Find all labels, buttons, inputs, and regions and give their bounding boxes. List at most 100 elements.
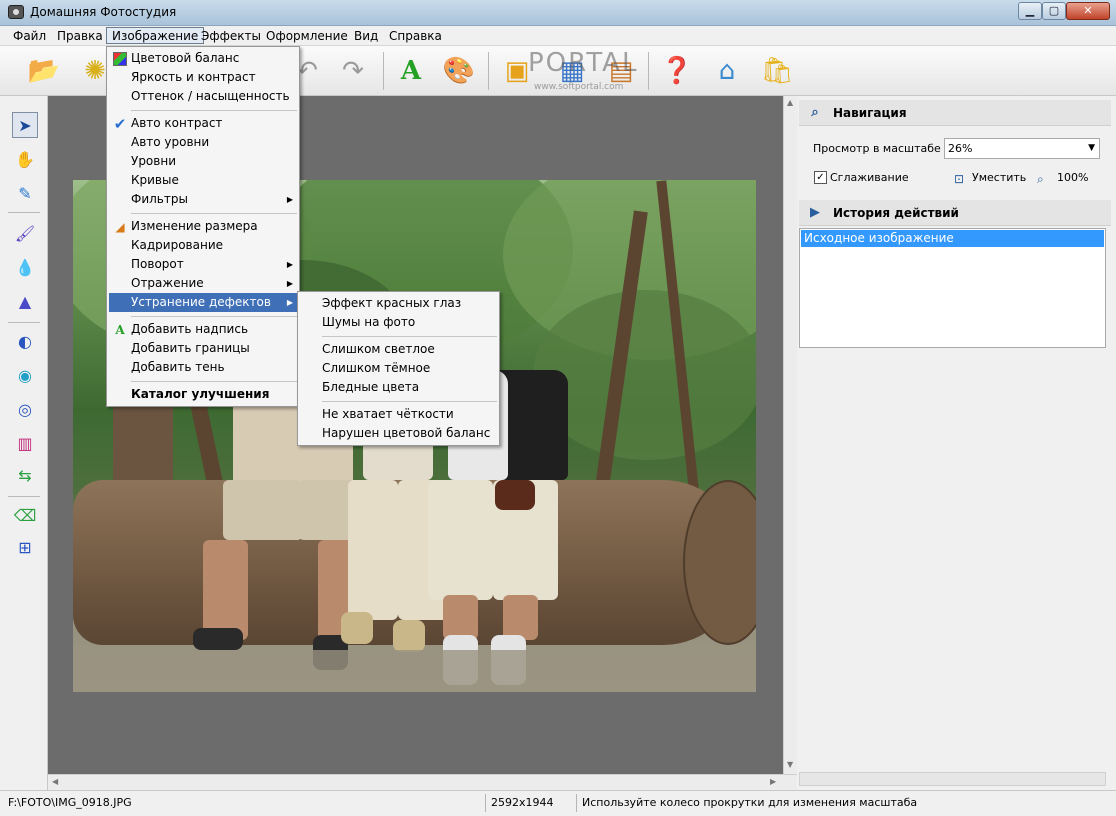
palette-icon[interactable]: 🎨 <box>442 54 476 88</box>
menu-item-too-dark[interactable]: Слишком тёмное <box>300 359 497 378</box>
help-icon[interactable]: ❓ <box>660 54 694 88</box>
swap-color-icon[interactable]: ⇆ <box>12 462 38 488</box>
red-eye-tool-icon[interactable]: ◉ <box>12 362 38 388</box>
menu-item-color-balance[interactable]: Цветовой баланс <box>109 49 297 68</box>
sharpen-tool-icon[interactable]: ▲ <box>12 288 38 314</box>
menu-separator <box>131 110 297 111</box>
menu-item-flip[interactable]: Отражение ▶ <box>109 274 297 293</box>
menu-item-sharpness[interactable]: Не хватает чёткости <box>300 405 497 424</box>
zoom-value: 26% <box>948 142 973 155</box>
open-folder-icon[interactable]: 📂 <box>27 54 61 88</box>
menu-item-color-balance-fix[interactable]: Нарушен цветовой баланс <box>300 424 497 443</box>
status-bar: F:\FOTO\IMG_0918.JPG 2592x1944 Используй… <box>0 790 1116 816</box>
submenu-arrow-icon: ▶ <box>286 195 293 204</box>
history-header: ▶ История действий <box>799 200 1111 226</box>
menu-item-curves[interactable]: Кривые <box>109 171 297 190</box>
color-tool-icon[interactable]: ▥ <box>12 430 38 456</box>
menu-item-label: Оттенок / насыщенность <box>131 89 290 103</box>
menu-separator <box>322 401 497 402</box>
menu-help[interactable]: Справка <box>384 28 447 45</box>
eye-tool-icon[interactable]: ◎ <box>12 396 38 422</box>
status-path: F:\FOTO\IMG_0918.JPG <box>8 796 132 809</box>
menu-item-label: Слишком тёмное <box>322 361 431 375</box>
right-panel: ⌕ Навигация Просмотр в масштабе 26% ▼ ✓ … <box>797 96 1116 790</box>
crop-tool-icon[interactable]: ⊞ <box>12 534 38 560</box>
zoom-icon: ⌕ <box>1037 172 1044 186</box>
menu-item-red-eye[interactable]: Эффект красных глаз <box>300 294 497 313</box>
pointer-tool-icon[interactable]: ➤ <box>12 112 38 138</box>
brush-tool-icon[interactable]: 🖌 <box>12 220 38 246</box>
defects-submenu: Эффект красных глаз Шумы на фото Слишком… <box>297 291 500 446</box>
scroll-up-icon[interactable]: ▲ <box>787 98 793 107</box>
close-button[interactable]: ✕ <box>1066 2 1110 20</box>
maximize-button[interactable]: ▢ <box>1042 2 1066 20</box>
scroll-down-icon[interactable]: ▼ <box>787 760 793 769</box>
menu-design[interactable]: Оформление <box>261 28 353 45</box>
title-bar: Домашняя Фотостудия ▁ ▢ ✕ <box>0 0 1116 26</box>
menu-item-label: Каталог улучшения <box>131 387 270 401</box>
drop-tool-icon[interactable]: 💧 <box>12 254 38 280</box>
smoothing-checkbox[interactable]: ✓ <box>814 171 827 184</box>
scroll-right-icon[interactable]: ▶ <box>770 777 776 786</box>
eraser-tool-icon[interactable]: ⌫ <box>12 502 38 528</box>
menu-separator <box>131 213 297 214</box>
home-icon[interactable]: ⌂ <box>710 54 744 88</box>
menu-item-auto-contrast[interactable]: ✔ Авто контраст <box>109 114 297 133</box>
menu-item-label: Поворот <box>131 257 184 271</box>
zoom-select[interactable]: 26% ▼ <box>944 138 1100 159</box>
redo-icon[interactable]: ↷ <box>336 54 370 88</box>
navigation-title: Навигация <box>833 106 907 120</box>
menu-item-brightness-contrast[interactable]: Яркость и контраст <box>109 68 297 87</box>
fit-button[interactable]: ⊡ Уместить <box>954 169 1026 187</box>
text-icon: A <box>115 323 125 337</box>
menu-image[interactable]: Изображение <box>106 27 205 44</box>
panel-scrollbar[interactable] <box>799 772 1106 786</box>
menu-bar: Файл Правка Изображение Эффекты Оформлен… <box>0 26 1116 46</box>
menu-item-fix-defects[interactable]: Устранение дефектов ▶ <box>109 293 297 312</box>
menu-item-add-shadow[interactable]: Добавить тень <box>109 358 297 377</box>
menu-edit[interactable]: Правка <box>52 28 108 45</box>
magic-wand-icon[interactable]: ✎ <box>12 180 38 206</box>
menu-item-levels[interactable]: Уровни <box>109 152 297 171</box>
close-icon: ✕ <box>1083 4 1093 17</box>
menu-item-auto-levels[interactable]: Авто уровни <box>109 133 297 152</box>
status-hint: Используйте колесо прокрутки для изменен… <box>582 796 918 809</box>
menu-item-noise[interactable]: Шумы на фото <box>300 313 497 332</box>
text-tool-icon[interactable]: A <box>394 54 428 88</box>
scroll-left-icon[interactable]: ◀ <box>52 777 58 786</box>
horizontal-scrollbar[interactable]: ◀ ▶ <box>48 774 797 790</box>
hand-tool-icon[interactable]: ✋ <box>12 146 38 172</box>
watermark-url: www.softportal.com <box>534 82 624 92</box>
menu-effects[interactable]: Эффекты <box>196 28 266 45</box>
toolbar-separator <box>488 52 489 90</box>
menu-item-add-borders[interactable]: Добавить границы <box>109 339 297 358</box>
menu-item-enhance-catalog[interactable]: Каталог улучшения <box>109 385 297 404</box>
history-list: Исходное изображение <box>799 228 1106 348</box>
menu-item-pale-colors[interactable]: Бледные цвета <box>300 378 497 397</box>
menu-item-label: Кадрирование <box>131 238 223 252</box>
menu-view[interactable]: Вид <box>349 28 383 45</box>
vertical-scrollbar[interactable]: ▲ ▼ <box>783 96 797 774</box>
menu-item-label: Эффект красных глаз <box>322 296 462 310</box>
history-item[interactable]: Исходное изображение <box>801 230 1104 247</box>
menu-item-too-light[interactable]: Слишком светлое <box>300 340 497 359</box>
minimize-button[interactable]: ▁ <box>1018 2 1042 20</box>
menu-item-filters[interactable]: Фильтры ▶ <box>109 190 297 209</box>
shop-bag-icon[interactable]: 🛍 <box>760 54 794 88</box>
tool-separator <box>8 322 40 323</box>
play-icon: ▶ <box>810 205 820 220</box>
menu-item-label: Не хватает чёткости <box>322 407 454 421</box>
menu-item-add-text[interactable]: A Добавить надпись <box>109 320 297 339</box>
camera-icon <box>8 5 24 19</box>
chevron-down-icon: ▼ <box>1088 143 1095 153</box>
menu-file[interactable]: Файл <box>8 28 51 45</box>
menu-item-hue-saturation[interactable]: Оттенок / насыщенность <box>109 87 297 106</box>
menu-item-rotate[interactable]: Поворот ▶ <box>109 255 297 274</box>
zoom-100-button[interactable]: ⌕ 100% <box>1037 169 1088 187</box>
menu-item-label: Авто контраст <box>131 116 223 130</box>
menu-item-resize[interactable]: ◢ Изменение размера <box>109 217 297 236</box>
toolbar-separator <box>383 52 384 90</box>
menu-item-crop[interactable]: Кадрирование <box>109 236 297 255</box>
smoothing-label: Сглаживание <box>830 171 909 184</box>
dodge-tool-icon[interactable]: ◐ <box>12 328 38 354</box>
